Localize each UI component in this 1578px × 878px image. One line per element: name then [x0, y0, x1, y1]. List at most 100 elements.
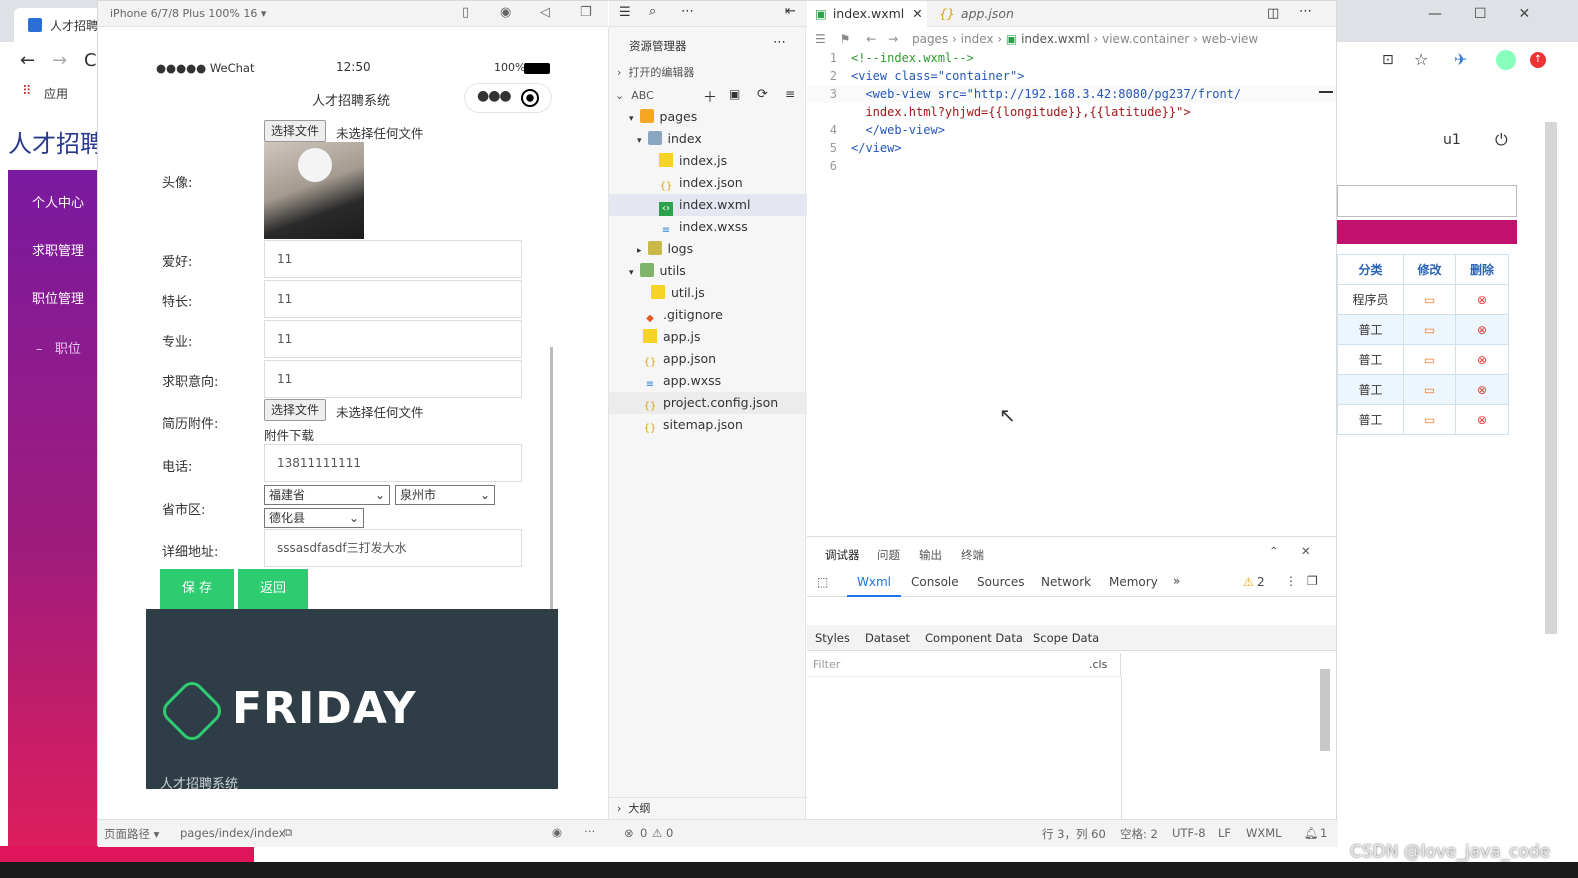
code-line[interactable]: 1 <!--index.wxml-->: [807, 49, 1336, 67]
intention-input[interactable]: 11: [264, 360, 522, 398]
city-select[interactable]: 泉州市 ⌄: [395, 485, 495, 505]
sidebar-subitem[interactable]: – 职位: [8, 338, 100, 357]
major-input[interactable]: 11: [264, 320, 522, 358]
breadcrumb-item[interactable]: pages: [912, 32, 948, 46]
tab-app-json[interactable]: {} app.json: [931, 1, 1041, 27]
search-box[interactable]: [1337, 185, 1517, 217]
inspect-element-icon[interactable]: ⬚: [817, 575, 828, 589]
eye-icon[interactable]: ◉: [552, 825, 562, 839]
tab-memory[interactable]: Memory: [1109, 575, 1158, 589]
tab-terminal[interactable]: 终端: [961, 547, 984, 563]
extension-icon[interactable]: ✈: [1454, 50, 1467, 69]
tree-item[interactable]: {} app.json: [609, 348, 807, 370]
delete-icon[interactable]: ⊗: [1455, 344, 1509, 375]
edit-icon[interactable]: ▭: [1403, 404, 1456, 435]
tab-problems[interactable]: 问题: [877, 547, 900, 563]
breadcrumb-item[interactable]: index: [961, 32, 994, 46]
tab-scope-data[interactable]: Scope Data: [1033, 631, 1099, 645]
debug-scrollbar[interactable]: [1320, 669, 1330, 751]
cls-toggle[interactable]: .cls: [1089, 658, 1107, 671]
window-icon[interactable]: ❐: [580, 5, 592, 20]
tab-debugger[interactable]: 调试器: [825, 547, 860, 563]
new-file-icon[interactable]: ＋: [703, 87, 717, 107]
tab-sources[interactable]: Sources: [977, 575, 1024, 589]
edit-icon[interactable]: ▭: [1403, 344, 1456, 375]
dock-icon[interactable]: ❐: [1307, 574, 1318, 588]
delete-icon[interactable]: ⊗: [1455, 404, 1509, 435]
province-select[interactable]: 福建省 ⌄: [264, 485, 390, 505]
notification-count[interactable]: 1: [1320, 826, 1327, 840]
tree-item[interactable]: ≡ app.wxss: [609, 370, 807, 392]
filter-input[interactable]: Filter: [813, 658, 840, 671]
encoding[interactable]: UTF-8: [1172, 826, 1206, 840]
sidebar-item-profile[interactable]: 个人中心: [8, 192, 100, 211]
close-target-icon[interactable]: [521, 89, 539, 107]
tree-item[interactable]: app.js: [609, 326, 807, 348]
tree-item[interactable]: ▾ pages: [609, 106, 807, 128]
sidebar-item-jobseek[interactable]: 求职管理: [8, 240, 100, 259]
tab-wxml[interactable]: Wxml: [847, 575, 901, 597]
username[interactable]: u1: [1443, 132, 1461, 148]
nav-back-icon[interactable]: ←: [866, 32, 876, 46]
code-line[interactable]: 4 </web-view>: [807, 121, 1336, 139]
capsule-menu[interactable]: ●●●: [464, 83, 552, 113]
browser-tab[interactable]: 人才招聘: [14, 8, 104, 42]
tree-item[interactable]: ≡ index.wxss: [609, 216, 807, 238]
kebab-menu-icon[interactable]: ⋮: [1285, 574, 1297, 588]
more-icon[interactable]: ⋯: [681, 4, 694, 19]
more-dots-icon[interactable]: ●●●: [477, 88, 512, 104]
new-folder-icon[interactable]: ▣: [729, 87, 740, 101]
copy-icon[interactable]: ⧉: [284, 825, 292, 840]
edit-icon[interactable]: ▭: [1403, 284, 1456, 315]
tab-component-data[interactable]: Component Data: [925, 631, 1023, 645]
tab-network[interactable]: Network: [1041, 575, 1091, 589]
tree-item[interactable]: ▸ logs: [609, 238, 807, 260]
tab-index-wxml[interactable]: ▣ index.wxml ✕: [807, 1, 927, 27]
tab-output[interactable]: 输出: [919, 547, 942, 563]
back-arrow-icon[interactable]: ←: [20, 50, 35, 71]
error-count[interactable]: 0: [640, 826, 647, 840]
forward-arrow-icon[interactable]: →: [52, 50, 67, 71]
apps-label[interactable]: 应用: [44, 85, 68, 102]
list-icon[interactable]: ☰: [619, 5, 631, 20]
sidebar-item-jobs[interactable]: 职位管理: [8, 288, 100, 307]
back-button[interactable]: 返回: [238, 569, 308, 609]
code-line[interactable]: 2 <view class="container">: [807, 67, 1336, 85]
page-scrollbar[interactable]: [1545, 122, 1557, 634]
outline-section[interactable]: › 大纲: [609, 797, 807, 819]
language-mode[interactable]: WXML: [1246, 826, 1282, 840]
cursor-position[interactable]: 行 3，列 60: [1042, 826, 1106, 842]
tab-console[interactable]: Console: [911, 575, 959, 589]
star-icon[interactable]: ☆: [1414, 50, 1428, 69]
close-panel-icon[interactable]: ✕: [1301, 544, 1311, 558]
translate-icon[interactable]: ⊡: [1382, 52, 1394, 68]
breadcrumb-item[interactable]: index.wxml: [1021, 32, 1090, 46]
outline-toggle-icon[interactable]: ☰: [815, 32, 826, 46]
device-selector[interactable]: iPhone 6/7/8 Plus 100% 16 ▾: [110, 7, 266, 20]
hobby-input[interactable]: 11: [264, 240, 522, 278]
refresh-icon[interactable]: ⟳: [757, 87, 768, 102]
page-path-label[interactable]: 页面路径 ▾: [104, 826, 159, 842]
avatar-choose-file-button[interactable]: 选择文件: [264, 120, 327, 142]
county-select[interactable]: 德化县 ⌄: [264, 508, 364, 528]
bookmark-icon[interactable]: ⚑: [840, 32, 851, 46]
resume-choose-file-button[interactable]: 选择文件: [264, 399, 327, 421]
collapse-all-icon[interactable]: ≡: [785, 87, 795, 101]
indent-size[interactable]: 空格: 2: [1120, 826, 1158, 842]
warn-count[interactable]: 0: [666, 826, 673, 840]
record-icon[interactable]: ◉: [500, 5, 511, 20]
delete-icon[interactable]: ⊗: [1455, 284, 1509, 315]
volume-icon[interactable]: ◁: [540, 5, 550, 20]
search-icon[interactable]: ⌕: [649, 4, 656, 19]
profile-avatar[interactable]: [1496, 50, 1516, 70]
download-link[interactable]: 附件下载: [264, 425, 314, 444]
tab-styles[interactable]: Styles: [815, 631, 850, 645]
more-tabs-icon[interactable]: »: [1173, 574, 1180, 588]
edit-icon[interactable]: ▭: [1403, 314, 1456, 345]
tree-item[interactable]: ▾ utils: [609, 260, 807, 282]
status-more-icon[interactable]: ⋯: [584, 824, 596, 838]
open-editors-section[interactable]: › 打开的编辑器: [609, 62, 807, 84]
explorer-more-icon[interactable]: ⋯: [773, 35, 786, 50]
breadcrumb-item[interactable]: view.container: [1102, 32, 1189, 46]
tree-item[interactable]: {} sitemap.json: [609, 414, 807, 436]
